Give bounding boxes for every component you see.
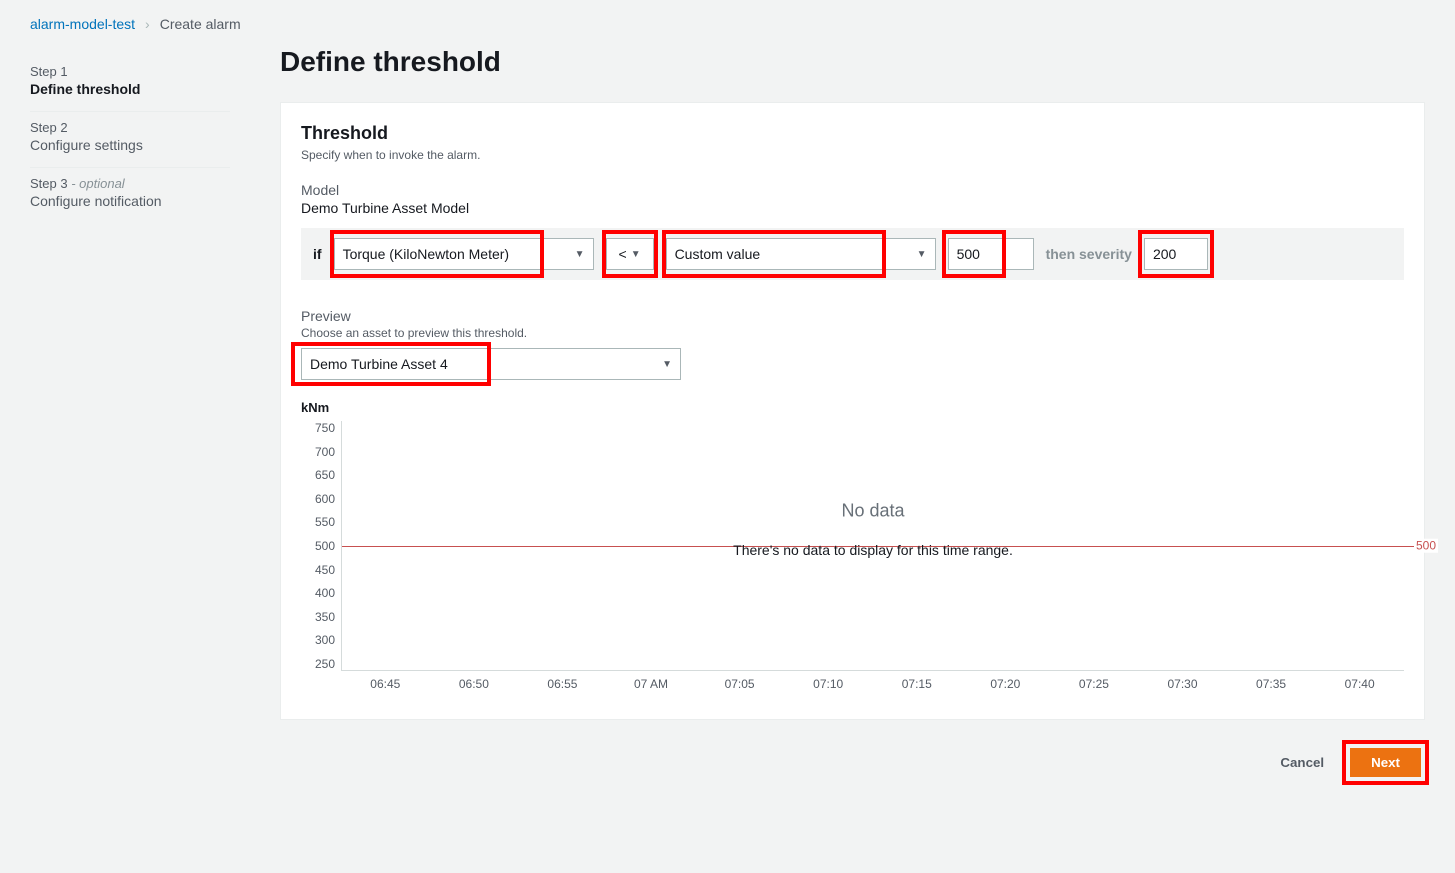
compare-type-value: Custom value: [675, 246, 761, 262]
chart-y-axis: 750 700 650 600 550 500 450 400 350 300 …: [301, 421, 341, 671]
step-title: Define threshold: [30, 81, 230, 97]
caret-down-icon: ▼: [575, 249, 585, 260]
preview-desc: Choose an asset to preview this threshol…: [301, 326, 1404, 340]
preview-chart: kNm 750 700 650 600 550 500 450 400 350: [301, 400, 1404, 691]
no-data-message: There's no data to display for this time…: [733, 542, 1013, 558]
preview-asset-select[interactable]: Demo Turbine Asset 4 ▼: [301, 348, 681, 380]
preview-asset-value: Demo Turbine Asset 4: [310, 356, 448, 372]
wizard-sidebar: Step 1 Define threshold Step 2 Configure…: [30, 36, 230, 781]
chart-plot-area: 500 No data There's no data to display f…: [341, 421, 1404, 671]
breadcrumb-root-link[interactable]: alarm-model-test: [30, 16, 135, 32]
chevron-right-icon: ›: [145, 16, 150, 32]
model-value: Demo Turbine Asset Model: [301, 200, 1404, 216]
threshold-desc: Specify when to invoke the alarm.: [301, 148, 1404, 162]
no-data-title: No data: [841, 500, 904, 521]
severity-value-input[interactable]: 200: [1144, 238, 1208, 270]
breadcrumb-current: Create alarm: [160, 16, 241, 32]
cancel-button[interactable]: Cancel: [1276, 747, 1328, 778]
step-num: Step 1: [30, 64, 230, 79]
chart-x-axis: 06:45 06:50 06:55 07 AM 07:05 07:10 07:1…: [341, 677, 1404, 691]
next-button[interactable]: Next: [1350, 748, 1421, 777]
caret-down-icon: ▼: [631, 249, 641, 260]
wizard-actions: Cancel Next: [280, 744, 1425, 781]
step-title: Configure settings: [30, 137, 230, 153]
if-keyword: if: [313, 246, 322, 262]
step-1[interactable]: Step 1 Define threshold: [30, 56, 230, 112]
threshold-rule-row: if Torque (KiloNewton Meter) ▼ < ▼: [301, 228, 1404, 280]
compare-type-select[interactable]: Custom value ▼: [666, 238, 936, 270]
preview-label: Preview: [301, 308, 1404, 324]
operator-select[interactable]: < ▼: [606, 238, 654, 270]
property-select-value: Torque (KiloNewton Meter): [343, 246, 510, 262]
chart-y-unit: kNm: [301, 400, 1404, 415]
breadcrumb: alarm-model-test › Create alarm: [30, 10, 1425, 36]
model-label: Model: [301, 182, 1404, 198]
step-num: Step 3 - optional: [30, 176, 230, 191]
property-select[interactable]: Torque (KiloNewton Meter) ▼: [334, 238, 594, 270]
threshold-line-label: 500: [1414, 538, 1438, 552]
threshold-panel: Threshold Specify when to invoke the ala…: [280, 102, 1425, 720]
step-num: Step 2: [30, 120, 230, 135]
threshold-heading: Threshold: [301, 123, 1404, 144]
severity-label: then severity: [1046, 246, 1132, 262]
page-title: Define threshold: [280, 46, 1425, 78]
step-title: Configure notification: [30, 193, 230, 209]
operator-select-value: <: [619, 246, 627, 262]
step-3[interactable]: Step 3 - optional Configure notification: [30, 168, 230, 223]
caret-down-icon: ▼: [662, 359, 672, 370]
step-2[interactable]: Step 2 Configure settings: [30, 112, 230, 168]
threshold-value-input[interactable]: 500: [948, 238, 1034, 270]
caret-down-icon: ▼: [917, 249, 927, 260]
